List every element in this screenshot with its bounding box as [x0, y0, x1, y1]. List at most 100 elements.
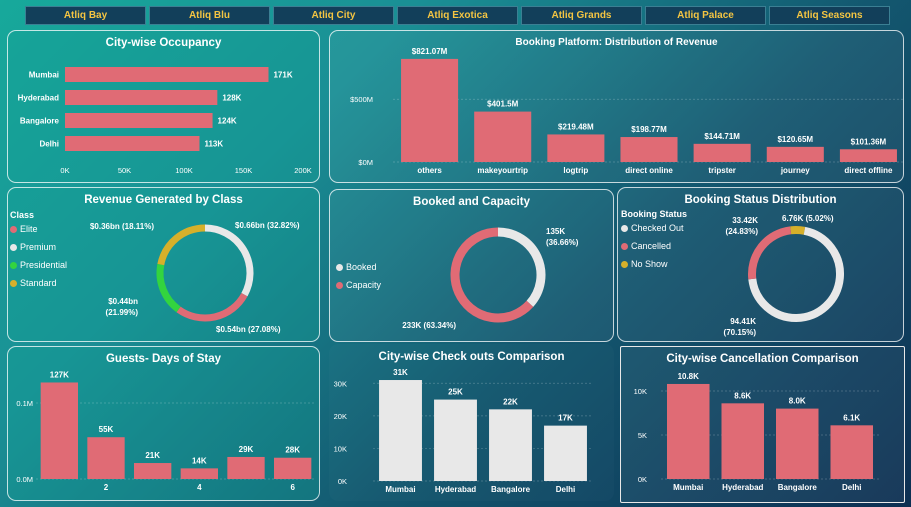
occupancy-category-label: Hyderabad — [18, 94, 59, 103]
platform-value-label: $219.48M — [558, 122, 594, 131]
cancellation-x-tick-label: Bangalore — [778, 483, 818, 492]
stay-bar — [40, 382, 78, 479]
checkouts-value-label: 22K — [503, 397, 518, 406]
platform-bar — [839, 149, 897, 162]
cancellation-y-tick-label: 10K — [634, 387, 647, 396]
class-standard-annotation: (21.99%) — [106, 308, 139, 317]
occupancy-bar — [65, 90, 218, 105]
cancellation-bar — [721, 403, 765, 479]
checkouts-bar — [489, 409, 532, 481]
stay-bar — [227, 456, 265, 479]
stay-card[interactable]: Guests- Days of Stay 0.0M 0.1M 127K 55K 2 21K… — [7, 346, 320, 501]
stay-y-tick-label: 0.1M — [16, 399, 33, 408]
platform-y-tick-label: $0M — [358, 158, 373, 167]
occupancy-value-label: 124K — [218, 117, 237, 126]
tab-atliq-blu[interactable]: Atliq Blu — [149, 6, 270, 25]
class-slice — [157, 224, 206, 266]
checkouts-bar — [379, 380, 422, 481]
stay-chart: 0.0M 0.1M 127K 55K 2 21K 14K 4 29K 28K 6 — [16, 370, 316, 492]
booked-annotation: 135K — [546, 227, 565, 236]
occupancy-x-tick-label: 0K — [60, 166, 69, 175]
status-no-show-annotation: 6.76K (5.02%) — [782, 214, 834, 223]
class-standard-annotation: $0.44bn — [108, 297, 138, 306]
status-cancelled-annotation: (24.83%) — [726, 227, 759, 236]
occupancy-value-label: 128K — [222, 94, 241, 103]
stay-value-label: 127K — [50, 370, 69, 379]
occupancy-category-label: Bangalore — [20, 117, 60, 126]
platform-value-label: $101.36M — [851, 137, 887, 146]
platform-bar — [474, 111, 532, 162]
platform-bar — [401, 58, 459, 163]
occupancy-card[interactable]: City-wise Occupancy 0K 50K 100K 150K 200K Mum… — [7, 30, 320, 183]
platform-x-tick-label: tripster — [708, 166, 736, 175]
tab-atliq-city[interactable]: Atliq City — [273, 6, 394, 25]
platform-x-tick-label: journey — [780, 166, 810, 175]
stay-bar — [180, 468, 218, 479]
cancellation-y-tick-label: 0K — [638, 475, 647, 484]
stay-value-label: 28K — [285, 446, 300, 455]
class-elite-annotation: $0.54bn (27.08%) — [216, 325, 281, 334]
occupancy-x-tick-label: 150K — [235, 166, 253, 175]
checkouts-y-tick-label: 10K — [334, 444, 347, 453]
checkouts-chart: 0K 10K 20K 30K 31K Mumbai 25K Hyderabad 22K Banga… — [334, 368, 593, 494]
booked-slice — [497, 227, 546, 307]
status-checked-out-annotation: 94.41K — [730, 317, 756, 326]
cancellation-value-label: 8.6K — [734, 391, 751, 400]
cancellation-y-tick-label: 5K — [638, 431, 647, 440]
occupancy-x-tick-label: 200K — [294, 166, 312, 175]
cancellation-value-label: 8.0K — [789, 397, 806, 406]
cancellation-x-tick-label: Delhi — [842, 483, 862, 492]
status-card[interactable]: Booking Status Distribution Booking Stat… — [617, 187, 904, 342]
tab-atliq-bay[interactable]: Atliq Bay — [25, 6, 146, 25]
cancellation-bar — [830, 425, 874, 479]
checkouts-value-label: 17K — [558, 414, 573, 423]
stay-bar — [134, 463, 172, 479]
tab-atliq-exotica[interactable]: Atliq Exotica — [397, 6, 518, 25]
checkouts-y-tick-label: 0K — [338, 477, 347, 486]
stay-value-label: 21K — [145, 451, 160, 460]
platform-x-tick-label: direct offline — [844, 166, 893, 175]
hotel-tab-bar: Atliq Bay Atliq Blu Atliq City Atliq Exo… — [25, 6, 890, 25]
occupancy-bar — [65, 113, 213, 128]
checkouts-x-tick-label: Mumbai — [385, 485, 415, 494]
occupancy-x-tick-label: 50K — [118, 166, 131, 175]
occupancy-category-label: Delhi — [39, 140, 59, 149]
platform-bar — [766, 146, 824, 162]
occupancy-value-label: 113K — [204, 140, 223, 149]
class-card[interactable]: Revenue Generated by Class Class Elite P… — [7, 187, 320, 342]
stay-bar — [274, 457, 312, 479]
occupancy-chart: 0K 50K 100K 150K 200K Mumbai 171K Hyderabad 128K… — [18, 67, 312, 175]
status-donut-chart: 6.76K (5.02%) 94.41K (70.15%) 33.42K (24.83%… — [724, 214, 844, 337]
platform-card[interactable]: Booking Platform: Distribution of Revenu… — [329, 30, 904, 183]
platform-x-tick-label: others — [417, 166, 442, 175]
stay-y-tick-label: 0.0M — [16, 475, 33, 484]
booked-card[interactable]: Booked and Capacity Booked Capacity 135K… — [329, 189, 614, 342]
stay-x-tick-label: 4 — [197, 483, 202, 492]
checkouts-bar — [544, 425, 587, 481]
checkouts-x-tick-label: Bangalore — [491, 485, 531, 494]
checkouts-card[interactable]: City-wise Check outs Comparison 0K 10K 20K… — [329, 344, 614, 501]
cancellation-value-label: 6.1K — [843, 413, 860, 422]
checkouts-y-tick-label: 30K — [334, 379, 347, 388]
platform-value-label: $144.71M — [704, 132, 740, 141]
cancellation-bar — [666, 383, 710, 479]
stay-x-tick-label: 2 — [104, 483, 109, 492]
platform-value-label: $120.65M — [777, 135, 813, 144]
tab-atliq-seasons[interactable]: Atliq Seasons — [769, 6, 890, 25]
checkouts-value-label: 25K — [448, 388, 463, 397]
tab-atliq-palace[interactable]: Atliq Palace — [645, 6, 766, 25]
booked-annotation: (36.66%) — [546, 238, 579, 247]
class-presidential-annotation: $0.36bn (18.11%) — [90, 222, 154, 231]
platform-value-label: $401.5M — [487, 100, 518, 109]
cancellation-card[interactable]: City-wise Cancellation Comparison 0K 5K 10… — [620, 346, 905, 503]
cancellation-bar — [775, 408, 819, 479]
stay-value-label: 29K — [239, 445, 254, 454]
cancellation-value-label: 10.8K — [678, 372, 700, 381]
cancellation-x-tick-label: Hyderabad — [722, 483, 763, 492]
class-donut-chart: $0.66bn (32.82%) $0.54bn (27.08%) $0.44bn (… — [90, 221, 300, 334]
tab-atliq-grands[interactable]: Atliq Grands — [521, 6, 642, 25]
class-slice — [156, 263, 181, 313]
occupancy-x-tick-label: 100K — [175, 166, 193, 175]
status-cancelled-annotation: 33.42K — [732, 216, 758, 225]
platform-bar — [547, 134, 605, 162]
